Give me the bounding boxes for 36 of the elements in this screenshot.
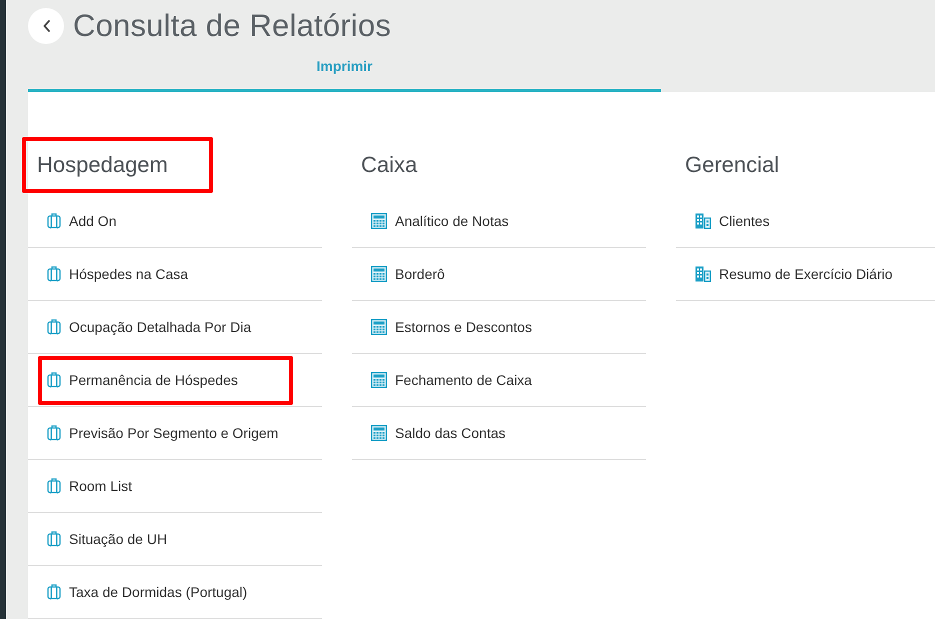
suitcase-icon [47, 319, 61, 335]
calculator-icon [371, 266, 387, 282]
report-link[interactable]: Room List [38, 462, 293, 510]
buildings-icon [695, 213, 711, 229]
report-link[interactable]: Situação de UH [38, 514, 293, 564]
calculator-icon [371, 319, 387, 335]
calculator-icon [371, 213, 387, 229]
suitcase-icon [47, 478, 61, 494]
report-link[interactable]: Resumo de Exercício Diário [686, 250, 906, 298]
report-link[interactable]: Previsão Por Segmento e Origem [38, 408, 293, 458]
report-link[interactable]: Add On [38, 196, 293, 246]
section-heading: Hospedagem [22, 137, 213, 193]
report-link[interactable]: Ocupação Detalhada Por Dia [38, 302, 293, 352]
page-title: Consulta de Relatórios [73, 8, 392, 44]
report-link[interactable]: Estornos e Descontos [362, 302, 617, 352]
suitcase-icon [47, 372, 61, 388]
section-heading: Caixa [360, 151, 418, 179]
suitcase-icon [47, 584, 61, 600]
suitcase-icon [47, 266, 61, 282]
calculator-icon [371, 425, 387, 441]
report-link[interactable]: Borderô [362, 250, 617, 298]
section-heading: Gerencial [684, 151, 780, 179]
back-button[interactable] [28, 8, 64, 44]
buildings-icon [695, 266, 711, 282]
report-link[interactable]: Saldo das Contas [362, 408, 617, 458]
calculator-icon [371, 372, 387, 388]
report-link[interactable]: Hóspedes na Casa [38, 250, 293, 298]
suitcase-icon [47, 531, 61, 547]
report-link[interactable]: Taxa de Dormidas (Portugal) [38, 568, 293, 616]
suitcase-icon [47, 213, 61, 229]
report-link[interactable]: Clientes [686, 196, 906, 246]
chevron-left-icon [42, 20, 50, 32]
suitcase-icon [47, 425, 61, 441]
report-link[interactable]: Analítico de Notas [362, 196, 617, 246]
report-link[interactable]: Fechamento de Caixa [362, 356, 617, 404]
report-link[interactable]: Permanência de Hóspedes [38, 356, 293, 404]
